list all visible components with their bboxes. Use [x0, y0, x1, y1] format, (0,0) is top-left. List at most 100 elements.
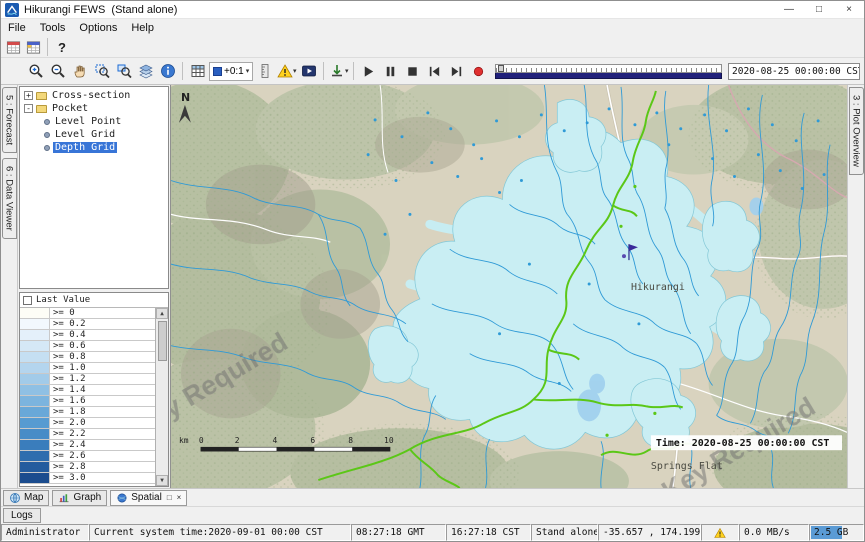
stop-button[interactable]	[402, 61, 423, 82]
tree-item-level-grid[interactable]: Level Grid	[20, 128, 168, 141]
sidebar-tab-plot-overview[interactable]: 3 : Plot Overview	[849, 87, 864, 175]
tree-item-label: Cross-section	[50, 90, 132, 101]
legend-swatch	[20, 418, 50, 428]
sidebar-tab-forecast[interactable]: 5 : Forecast	[2, 87, 17, 153]
scroll-up-icon[interactable]: ▲	[156, 308, 168, 319]
title-bar: Hikurangi FEWS (Stand alone) — □ ×	[1, 1, 864, 19]
zoom-in-button[interactable]	[25, 61, 46, 82]
help-button[interactable]: ?	[53, 38, 71, 56]
record-button[interactable]	[468, 61, 489, 82]
status-memory: 2.5 GB	[809, 524, 864, 541]
close-button[interactable]: ×	[834, 1, 864, 18]
tree-item-cross-section[interactable]: + Cross-section	[20, 89, 168, 102]
minimize-button[interactable]: —	[774, 1, 804, 18]
database-explorer-button[interactable]	[4, 38, 22, 56]
status-warning[interactable]	[701, 524, 739, 541]
pan-button[interactable]	[69, 61, 90, 82]
menu-file[interactable]: File	[1, 21, 33, 35]
zoom-rectangle-button[interactable]	[91, 61, 112, 82]
tab-label: Map	[24, 492, 43, 503]
info-icon	[160, 63, 176, 79]
legend-title: Last Value	[36, 295, 90, 305]
window-title: Hikurangi FEWS (Stand alone)	[24, 4, 177, 16]
layers-icon	[138, 63, 154, 79]
menu-options[interactable]: Options	[72, 21, 124, 35]
play-icon	[361, 64, 376, 79]
legend-label: >= 2.8	[50, 462, 155, 472]
legend-swatch	[20, 319, 50, 329]
legend-scrollbar[interactable]: ▲ ▼	[155, 308, 168, 486]
export-animation-button[interactable]: ▾	[328, 61, 349, 82]
spatial-sphere-icon	[116, 492, 128, 504]
tree-item-label: Level Grid	[53, 129, 117, 140]
display-animation-button[interactable]	[298, 61, 319, 82]
datetime-field[interactable]: 2020-08-25 00:00:00 CST	[728, 63, 860, 80]
scale-tick: 4	[273, 436, 278, 445]
status-download-rate: 0.0 MB/s	[739, 524, 809, 541]
chevron-down-icon: ▾	[293, 67, 297, 75]
zoom-out-icon	[50, 63, 66, 79]
collapse-icon[interactable]: -	[24, 104, 33, 113]
timeline-slider[interactable]	[495, 64, 722, 79]
legend-label: >= 1.4	[50, 385, 155, 395]
app-window: Hikurangi FEWS (Stand alone) — □ × File …	[0, 0, 865, 542]
info-button[interactable]	[157, 61, 178, 82]
expand-icon[interactable]: +	[24, 91, 33, 100]
folder-icon	[36, 105, 47, 113]
maximize-button[interactable]: □	[804, 1, 834, 18]
tab-close-icon[interactable]: ×	[177, 493, 182, 502]
map-canvas[interactable]: API Key Required API Key Required Hikura…	[170, 85, 847, 488]
menu-tools[interactable]: Tools	[33, 21, 73, 35]
last-value-checkbox[interactable]	[23, 296, 32, 305]
tree-item-pocket[interactable]: - Pocket	[20, 102, 168, 115]
tree-item-depth-grid[interactable]: Depth Grid	[20, 141, 168, 154]
tab-spatial[interactable]: Spatial □ ×	[110, 490, 187, 506]
legend-row: >= 0.6	[20, 341, 155, 352]
scroll-thumb[interactable]	[158, 321, 167, 361]
legend-label: >= 0.6	[50, 341, 155, 351]
toolbar-separator	[323, 62, 324, 80]
zoom-extent-button[interactable]	[113, 61, 134, 82]
zoom-rectangle-icon	[94, 63, 110, 79]
layers-button[interactable]	[135, 61, 156, 82]
map-time-label: Time: 2020-08-25 00:00:00 CST	[651, 435, 842, 450]
menu-help[interactable]: Help	[124, 21, 161, 35]
legend-row: >= 2.6	[20, 451, 155, 462]
folder-icon	[36, 92, 47, 100]
legend-label: >= 1.2	[50, 374, 155, 384]
legend-row: >= 0.4	[20, 330, 155, 341]
skip-to-end-button[interactable]	[446, 61, 467, 82]
pause-icon	[383, 64, 398, 79]
interval-spinner[interactable]: +0:1 ▾	[209, 62, 253, 81]
tab-graph[interactable]: Graph	[52, 490, 107, 506]
scale-tick: 0	[199, 436, 204, 445]
data-import-button[interactable]	[24, 38, 42, 56]
pause-button[interactable]	[380, 61, 401, 82]
logs-button[interactable]: Logs	[3, 508, 41, 523]
scroll-down-icon[interactable]: ▼	[156, 475, 168, 486]
data-viewer-panel: + Cross-section - Pocket Level Point Lev…	[18, 85, 170, 488]
play-button[interactable]	[358, 61, 379, 82]
grid-display-button[interactable]	[187, 61, 208, 82]
layers-tree: + Cross-section - Pocket Level Point Lev…	[19, 86, 169, 289]
profile-scale-button[interactable]	[254, 61, 275, 82]
toolbar-separator	[47, 38, 48, 56]
warnings-dropdown-button[interactable]: ▾	[276, 61, 297, 82]
tree-item-level-point[interactable]: Level Point	[20, 115, 168, 128]
legend-swatch	[20, 363, 50, 373]
legend-swatch	[20, 385, 50, 395]
legend-label: >= 0.2	[50, 319, 155, 329]
skip-start-icon	[427, 64, 442, 79]
timeline-handle[interactable]	[498, 65, 504, 72]
skip-to-start-button[interactable]	[424, 61, 445, 82]
tab-float-icon[interactable]: □	[167, 493, 172, 502]
zoom-out-button[interactable]	[47, 61, 68, 82]
status-user: Administrator	[1, 524, 89, 541]
legend-label: >= 1.8	[50, 407, 155, 417]
sidebar-tab-data-viewer[interactable]: 6 : Data Viewer	[2, 158, 17, 239]
scroll-track[interactable]	[156, 319, 168, 475]
legend-panel: Last Value >= 0 >= 0.2 >= 0.4 >= 0.6 >= …	[19, 292, 169, 487]
timeline-ruler[interactable]	[495, 64, 722, 73]
app-logo-icon	[5, 3, 19, 17]
tab-map[interactable]: Map	[3, 490, 49, 506]
